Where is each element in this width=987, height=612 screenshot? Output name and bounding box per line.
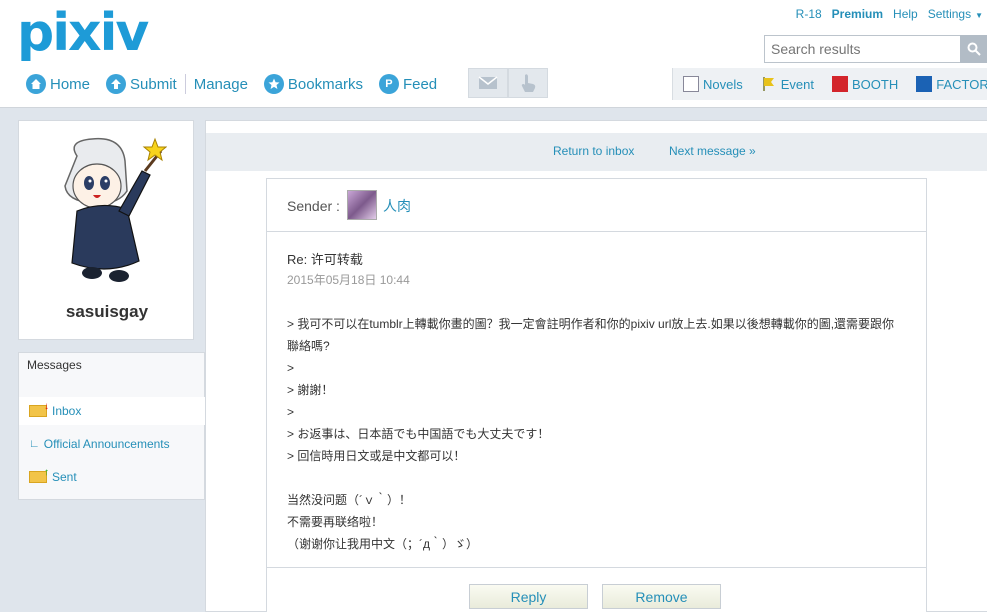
search-input[interactable] [764, 35, 961, 63]
home-icon [26, 74, 46, 94]
nav-home-label: Home [50, 75, 91, 93]
r18-link[interactable]: R-18 [796, 7, 822, 21]
book-icon [683, 76, 699, 92]
upload-icon [106, 74, 127, 94]
booth-icon [832, 76, 848, 92]
nav-submit[interactable]: Submit [106, 74, 177, 94]
message-actions: Reply Remove [267, 567, 926, 612]
sidebar-item-sent[interactable]: ↑ Sent [19, 463, 205, 491]
novels-label: Novels [703, 76, 743, 92]
messages-panel-title: Messages [27, 358, 82, 372]
event-link[interactable]: Event [761, 76, 814, 92]
settings-link[interactable]: Settings ▼ [928, 7, 983, 21]
pixiv-logo[interactable]: pixiv [17, 3, 149, 63]
avatar[interactable] [47, 131, 168, 291]
event-label: Event [780, 76, 814, 92]
nav-feed[interactable]: P Feed [378, 74, 438, 94]
nav-submit-label: Submit [130, 75, 177, 93]
message-date: 2015年05月18日 10:44 [287, 273, 410, 287]
nav-bookmarks[interactable]: Bookmarks [263, 74, 363, 94]
booth-label: BOOTH [852, 76, 899, 92]
main-nav: Home Submit Manage Bookmarks P Feed [26, 74, 453, 94]
sidebar-item-inbox[interactable]: ↓ Inbox [19, 397, 205, 425]
header: pixiv R-18 Premium Help Settings▼ Home S… [0, 0, 987, 108]
sidebar-item-sent-label: Sent [52, 470, 77, 484]
search-button[interactable] [960, 35, 987, 63]
sidebar-item-inbox-label: Inbox [52, 404, 82, 418]
star-icon [263, 74, 284, 94]
search-icon [967, 42, 981, 56]
return-to-inbox-link[interactable]: Return to inbox [553, 144, 634, 158]
message-body: > 我可不可以在tumblr上轉載你畫的圖？我一定會註明作者和你的pixiv u… [287, 317, 895, 551]
envelope-icon [478, 76, 498, 89]
search-box [764, 35, 987, 63]
nav-bookmarks-label: Bookmarks [287, 75, 363, 93]
indent-marker-icon: ∟ [29, 438, 40, 450]
help-link[interactable]: Help [893, 7, 918, 21]
premium-link[interactable]: Premium [832, 7, 883, 21]
profile-card: sasuisgay [18, 120, 194, 340]
novels-link[interactable]: Novels [683, 76, 743, 92]
sender-name-link[interactable]: 人肉 [383, 196, 411, 216]
next-message-link[interactable]: Next message » [669, 144, 756, 158]
sender-label: Sender : [287, 198, 340, 214]
sender-row: Sender : 人肉 [267, 179, 926, 232]
message-content: Return to inbox Next message » Sender : … [205, 120, 987, 612]
flag-icon [761, 76, 777, 92]
nav-manage-label: Manage [193, 75, 248, 93]
hand-point-icon [521, 74, 536, 92]
messages-button[interactable] [468, 68, 508, 98]
settings-label: Settings [927, 7, 972, 21]
booth-link[interactable]: BOOTH [832, 76, 898, 92]
quick-icons [468, 68, 548, 98]
remove-button[interactable]: Remove [602, 584, 721, 609]
message-subject: Re: 许可转载 [287, 252, 363, 267]
avatar-illustration [64, 137, 168, 282]
sidebar-item-announcements-label: Official Announcements [43, 437, 170, 451]
sender-avatar[interactable] [347, 190, 377, 220]
sent-folder-icon: ↑ [29, 467, 49, 483]
reply-button[interactable]: Reply [469, 584, 588, 609]
caret-down-icon: ▼ [975, 11, 983, 20]
message-box: Sender : 人肉 Re: 许可转载 2015年05月18日 10:44 >… [266, 178, 927, 612]
inbox-folder-icon: ↓ [29, 401, 49, 417]
messages-panel: Messages ↓ Inbox ∟ Official Announcement… [18, 352, 205, 500]
factory-link[interactable]: FACTORY [916, 76, 987, 92]
factory-icon [916, 76, 933, 92]
profile-username[interactable]: sasuisgay [19, 302, 195, 322]
top-links: R-18 Premium Help Settings ▼ [786, 7, 983, 21]
nav-divider [184, 74, 186, 94]
factory-label: FACTORY [936, 76, 987, 92]
feed-icon: P [378, 74, 399, 94]
nav-feed-label: Feed [402, 75, 438, 93]
message-nav: Return to inbox Next message » [206, 133, 987, 171]
sidebar-item-announcements[interactable]: ∟ Official Announcements [19, 430, 205, 458]
activity-button[interactable] [508, 68, 548, 98]
services-bar: Novels Event BOOTH FACTORY [672, 68, 987, 100]
nav-manage[interactable]: Manage [194, 76, 248, 93]
nav-home[interactable]: Home [26, 74, 90, 94]
